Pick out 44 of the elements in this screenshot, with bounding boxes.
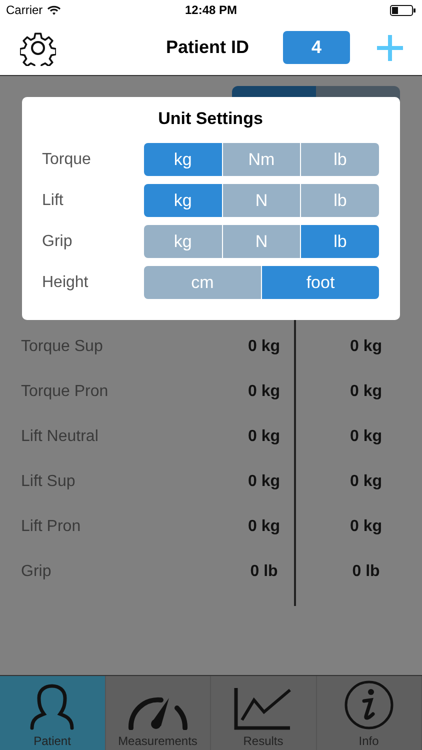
- right-value: 0 kg: [246, 518, 281, 536]
- measurement-label: Lift Sup: [21, 472, 76, 490]
- unit-option[interactable]: foot: [262, 266, 379, 299]
- unit-option[interactable]: kg: [144, 184, 222, 217]
- unit-option[interactable]: lb: [301, 184, 379, 217]
- patient-id-field[interactable]: 4: [283, 31, 350, 64]
- unit-option[interactable]: cm: [144, 266, 261, 299]
- unit-option[interactable]: kg: [144, 225, 222, 258]
- unit-option[interactable]: Nm: [222, 143, 300, 176]
- right-value: 0 kg: [246, 428, 281, 446]
- carrier-label: Carrier: [6, 3, 43, 17]
- unit-option[interactable]: lb: [301, 143, 379, 176]
- left-value: 0 kg: [348, 518, 383, 536]
- left-value: 0 kg: [348, 472, 383, 490]
- left-value: 0 kg: [348, 338, 383, 356]
- info-icon: [344, 680, 394, 730]
- left-value: 0 kg: [348, 428, 383, 446]
- unit-label: Grip: [42, 232, 74, 250]
- wifi-icon: [46, 5, 61, 15]
- dialog-title: Unit Settings: [158, 109, 263, 129]
- unit-label: Lift: [42, 192, 64, 210]
- right-value: 0 kg: [246, 338, 281, 356]
- unit-option[interactable]: kg: [144, 143, 222, 176]
- line-chart-icon: [234, 686, 292, 730]
- right-value: 0 kg: [246, 472, 281, 490]
- clock-time: 12:48 PM: [184, 3, 238, 17]
- battery-icon: [390, 4, 416, 16]
- nav-title: Patient ID: [166, 37, 249, 58]
- right-value: 0 kg: [246, 382, 281, 400]
- left-value: 0 lb: [351, 562, 381, 580]
- tab[interactable]: Patient: [0, 676, 106, 750]
- measurement-label: Grip: [21, 562, 52, 580]
- measurement-label: Torque Sup: [21, 338, 104, 356]
- unit-option[interactable]: lb: [301, 225, 379, 258]
- unit-label: Height: [42, 274, 90, 292]
- unit-option[interactable]: N: [222, 225, 300, 258]
- unit-option[interactable]: N: [222, 184, 300, 217]
- settings-icon[interactable]: [20, 30, 56, 66]
- measurement-label: Lift Pron: [21, 518, 82, 536]
- measurement-label: Lift Neutral: [21, 428, 100, 446]
- right-value: 0 lb: [249, 562, 279, 580]
- left-value: 0 kg: [348, 382, 383, 400]
- measurement-label: Torque Pron: [21, 382, 110, 400]
- unit-label: Torque: [42, 150, 92, 168]
